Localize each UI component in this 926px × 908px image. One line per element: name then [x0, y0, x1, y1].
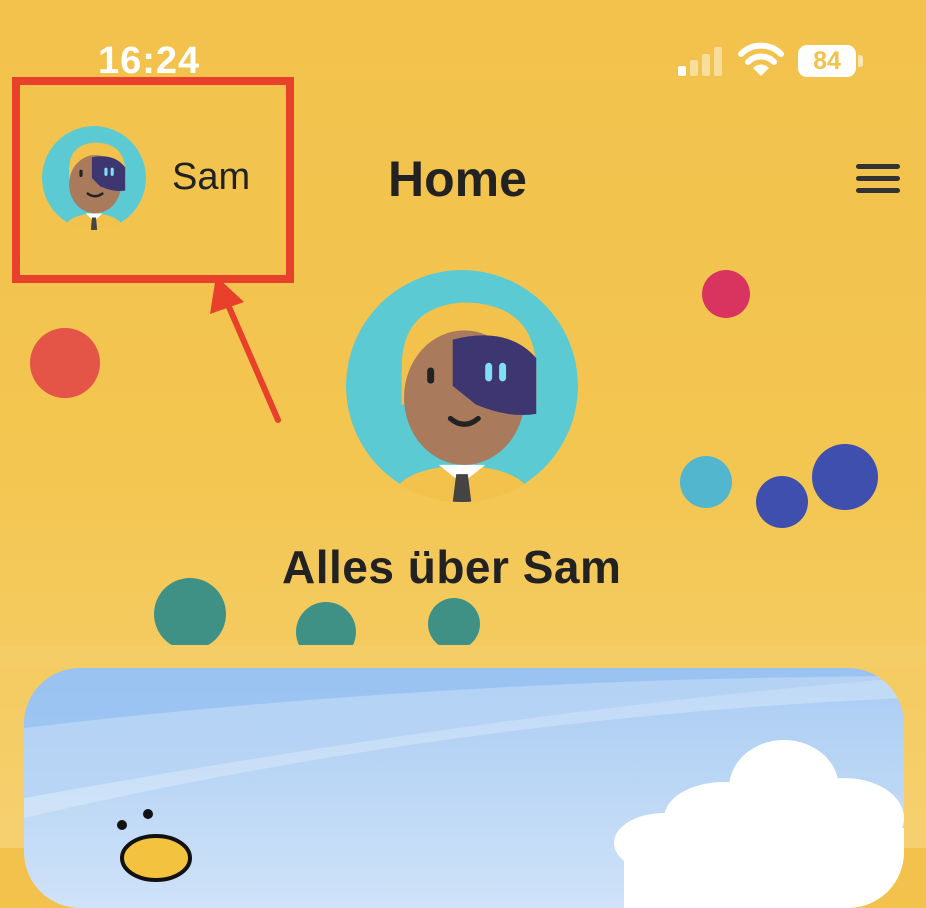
sky-scene-card[interactable] — [24, 668, 904, 908]
decorative-dot — [154, 578, 226, 650]
profile-avatar[interactable] — [346, 270, 578, 502]
decorative-dot — [702, 270, 750, 318]
page-title: Home — [388, 151, 527, 207]
wifi-icon — [738, 42, 784, 76]
battery-icon: 84 — [798, 45, 864, 77]
sky-illustration — [24, 668, 904, 908]
section-divider — [0, 645, 926, 668]
cloud-icon — [614, 740, 904, 908]
profile-heading: Alles über Sam — [282, 541, 622, 593]
decorative-dot — [428, 598, 480, 650]
robot-avatar-icon — [346, 270, 578, 502]
decorative-dot — [812, 444, 878, 510]
annotation-arrow-icon — [210, 276, 281, 423]
hamburger-menu-icon[interactable] — [852, 158, 904, 198]
cellular-signal-icon — [678, 47, 722, 76]
decorative-dot — [756, 476, 808, 528]
decorative-dot — [30, 328, 100, 398]
highlight-box — [12, 77, 294, 283]
decorative-dot — [680, 456, 732, 508]
battery-level: 84 — [813, 47, 841, 75]
